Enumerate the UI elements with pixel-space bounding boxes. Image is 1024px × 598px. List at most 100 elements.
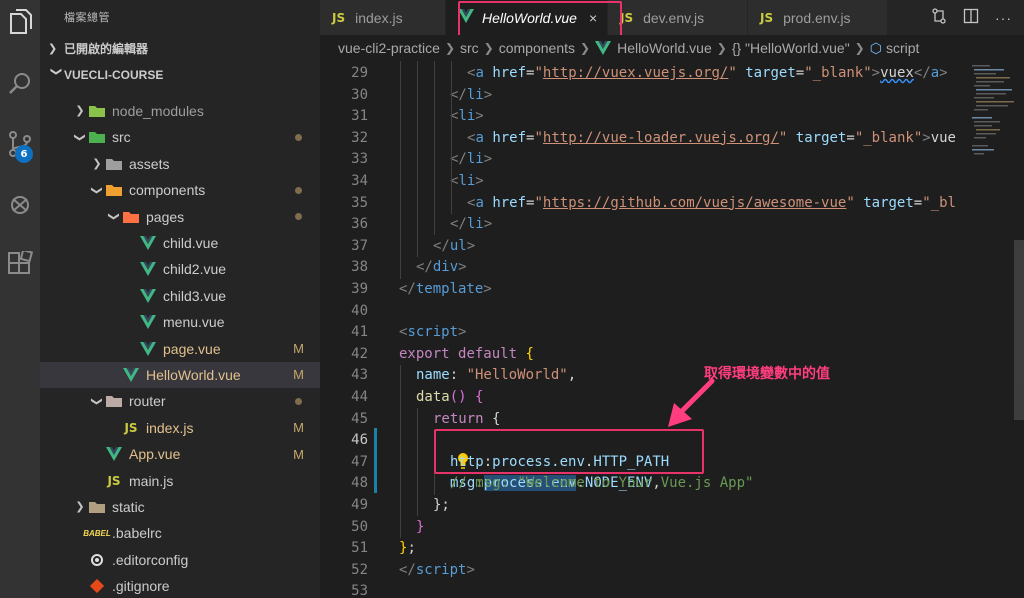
explorer-icon[interactable] xyxy=(0,2,40,42)
tree-item-label: .babelrc xyxy=(112,525,162,542)
tree-item[interactable]: .gitignore xyxy=(40,573,320,598)
chevron-down-icon[interactable]: ❯ xyxy=(74,131,87,143)
tree-item[interactable]: ❯ components xyxy=(40,177,320,203)
tree-item[interactable]: menu.vue xyxy=(40,309,320,335)
project-label: VUECLI-COURSE xyxy=(64,68,164,82)
indent-guide xyxy=(417,61,418,257)
chevron-down-icon[interactable]: ❯ xyxy=(91,395,104,407)
vue-file-icon xyxy=(139,341,157,357)
tree-item[interactable]: JS main.js xyxy=(40,467,320,493)
line-number: 39 xyxy=(351,281,368,297)
tree-item[interactable]: child3.vue xyxy=(40,283,320,309)
tree-item[interactable]: child.vue xyxy=(40,230,320,256)
link-url[interactable]: http://vue-loader.vuejs.org/ xyxy=(543,130,779,146)
tab-dev-env-js[interactable]: JS dev.env.js xyxy=(608,0,748,35)
chevron-right-icon: ❯ xyxy=(854,41,865,55)
breadcrumb-item[interactable]: vue-cli2-practice xyxy=(338,40,440,56)
chevron-right-icon[interactable]: ❯ xyxy=(74,500,86,513)
config-file-icon xyxy=(88,552,106,568)
tree-item-label: child.vue xyxy=(163,234,219,251)
link-url[interactable]: https://github.com/vuejs/awesome-vue xyxy=(543,195,846,211)
tree-item-label: child3.vue xyxy=(163,287,227,304)
tree-item[interactable]: ❯ pages xyxy=(40,203,320,229)
tree-item[interactable]: child2.vue xyxy=(40,256,320,282)
chevron-down-icon[interactable]: ❯ xyxy=(108,211,121,223)
tree-item[interactable]: ❯ router xyxy=(40,388,320,414)
breadcrumb-item[interactable]: script xyxy=(886,40,919,56)
tree-item-label: assets xyxy=(129,155,170,172)
chevron-right-icon: ❯ xyxy=(444,41,455,55)
tree-item-label: .gitignore xyxy=(112,578,170,595)
git-modified-badge: M xyxy=(293,446,304,462)
line-number: 45 xyxy=(351,410,368,427)
link-url[interactable]: http://vuex.vuejs.org/ xyxy=(543,65,728,81)
git-changes-dot xyxy=(295,397,302,405)
line-number: 38 xyxy=(351,259,368,276)
tree-item[interactable]: ❯ assets xyxy=(40,151,320,177)
tree-item[interactable]: page.vue M xyxy=(40,335,320,361)
tree-item[interactable]: HelloWorld.vue M xyxy=(40,361,320,389)
compare-changes-icon[interactable] xyxy=(931,8,947,27)
breadcrumb-item[interactable]: {} "HelloWorld.vue" xyxy=(732,40,850,56)
tree-item[interactable]: BABEL .babelrc xyxy=(40,520,320,546)
project-section[interactable]: ❯ VUECLI-COURSE xyxy=(40,62,320,88)
tree-item[interactable]: App.vue M xyxy=(40,441,320,467)
editor-scrollbar[interactable] xyxy=(1014,240,1024,420)
code-line: 53 xyxy=(320,581,970,598)
line-number: 40 xyxy=(351,302,368,319)
split-editor-icon[interactable] xyxy=(963,8,979,27)
tree-item[interactable]: .editorconfig xyxy=(40,547,320,573)
line-number: 42 xyxy=(351,345,368,362)
search-icon[interactable] xyxy=(0,64,40,104)
tab-index-js[interactable]: JS index.js xyxy=(320,0,446,35)
debug-icon[interactable] xyxy=(0,184,40,224)
annotation-label: 取得環境變數中的值 xyxy=(704,365,830,381)
editor-tabs: JS index.js HelloWorld.vue × JS dev.env.… xyxy=(320,0,1024,35)
tree-item[interactable]: ❯ static xyxy=(40,494,320,520)
more-actions-icon[interactable]: ··· xyxy=(995,10,1012,26)
tab-prod-env-js[interactable]: JS prod.env.js xyxy=(748,0,888,35)
code-line: 52 </script> xyxy=(320,560,970,582)
tree-item-label: HelloWorld.vue xyxy=(146,366,241,383)
tree-item-label: pages xyxy=(146,208,185,225)
breadcrumb-item[interactable]: components xyxy=(499,40,575,56)
open-editors-label: 已開啟的編輯器 xyxy=(64,42,149,56)
open-editors-section[interactable]: ❯ 已開啟的編輯器 xyxy=(40,36,320,62)
git-changes-dot xyxy=(295,213,302,221)
folder-icon xyxy=(105,182,123,198)
tree-item[interactable]: ❯ node_modules xyxy=(40,98,320,124)
code-line: 39 </template> xyxy=(320,279,970,301)
folder-icon xyxy=(122,209,140,225)
vue-file-icon xyxy=(139,314,157,330)
code-editor[interactable]: 29 <a href="http://vuex.vuejs.org/" targe… xyxy=(320,61,970,598)
tree-item-label: page.vue xyxy=(163,340,221,357)
git-changes-dot xyxy=(295,133,302,141)
code-line: 42 export default { xyxy=(320,344,970,366)
indent-guide xyxy=(400,61,401,279)
chevron-right-icon[interactable]: ❯ xyxy=(74,104,86,117)
tree-item-label: components xyxy=(129,182,206,199)
chevron-right-icon[interactable]: ❯ xyxy=(91,157,103,170)
explorer-sidebar: 檔案總管 ❯ 已開啟的編輯器 ❯ VUECLI-COURSE ❯ node_mod… xyxy=(40,0,320,598)
vue-file-icon xyxy=(139,288,157,304)
git-modified-badge: M xyxy=(293,341,304,357)
git-changes-dot xyxy=(295,186,302,194)
scm-badge: 6 xyxy=(15,145,33,163)
tree-item-label: menu.vue xyxy=(163,314,225,331)
code-line: 38 </div> xyxy=(320,257,970,279)
folder-icon xyxy=(88,103,106,119)
line-number: 47 xyxy=(351,453,368,470)
line-number: 36 xyxy=(351,216,368,233)
tree-item[interactable]: ❯ src xyxy=(40,124,320,150)
extensions-icon[interactable] xyxy=(0,244,40,284)
git-modified-badge: M xyxy=(293,420,304,436)
sidebar-title: 檔案總管 xyxy=(64,12,110,24)
activity-bar: 6 xyxy=(0,0,40,598)
chevron-down-icon[interactable]: ❯ xyxy=(91,184,104,196)
line-number: 35 xyxy=(351,194,368,211)
tree-item[interactable]: JS index.js M xyxy=(40,415,320,441)
breadcrumb-item[interactable]: src xyxy=(460,40,479,56)
breadcrumb-item[interactable]: HelloWorld.vue xyxy=(617,40,712,56)
line-number: 29 xyxy=(351,65,368,81)
chevron-right-icon: ❯ xyxy=(716,41,727,55)
